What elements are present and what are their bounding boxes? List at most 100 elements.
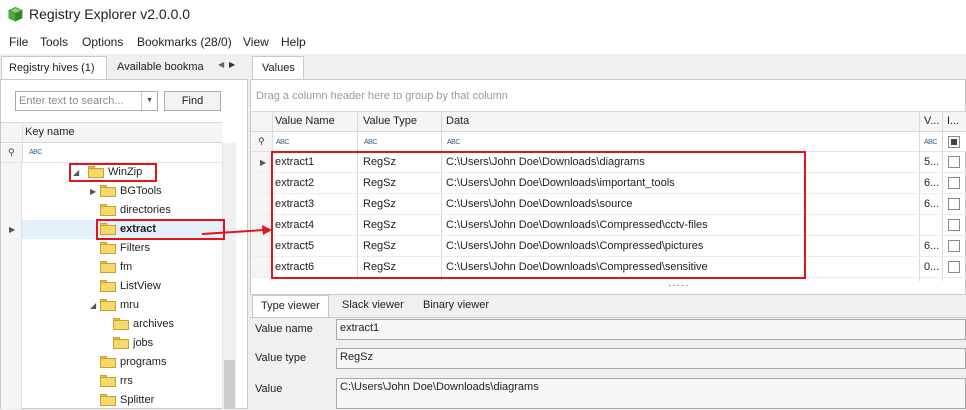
- folder-icon: [100, 356, 116, 368]
- tab-registry-hives[interactable]: Registry hives (1): [1, 56, 107, 79]
- is-deleted-checkbox[interactable]: [948, 177, 960, 189]
- folder-icon: [100, 204, 116, 216]
- column-header-data[interactable]: Data: [446, 115, 469, 127]
- tab-binary-viewer[interactable]: Binary viewer: [415, 295, 497, 317]
- text-filter-icon: ABC: [29, 149, 42, 156]
- tree-item-archives[interactable]: archives: [113, 315, 218, 334]
- cell-value-slack: 5...: [924, 156, 940, 168]
- splitter-grip-icon[interactable]: ·····: [668, 280, 690, 291]
- row-pointer-icon: ▶: [9, 225, 16, 234]
- search-combo[interactable]: ▼: [15, 91, 158, 111]
- left-tab-strip: Registry hives (1) Available bookma ◀ ▶: [0, 56, 248, 79]
- tree-item-label: Splitter: [120, 394, 155, 406]
- grid-header: [251, 111, 966, 132]
- tab-scroll-left-icon[interactable]: ◀: [218, 60, 224, 69]
- tree-scrollbar-thumb[interactable]: [224, 360, 235, 409]
- key-name-column-header[interactable]: Key name: [25, 126, 75, 138]
- menu-help[interactable]: Help: [281, 35, 306, 49]
- folder-icon: [100, 299, 116, 311]
- is-deleted-checkbox[interactable]: [948, 198, 960, 210]
- tree-indicator-column: [1, 163, 22, 409]
- column-header-value-slack[interactable]: V...: [924, 115, 940, 127]
- folder-icon: [100, 261, 116, 273]
- group-by-hint: Drag a column header here to group by th…: [256, 90, 508, 102]
- tab-values[interactable]: Values: [252, 56, 304, 79]
- tree-item-label: jobs: [133, 337, 154, 349]
- column-header-value-name[interactable]: Value Name: [275, 115, 335, 127]
- tree-item-label: Filters: [120, 242, 150, 254]
- filter-icon: ⚲: [258, 136, 265, 146]
- value-field[interactable]: C:\Users\John Doe\Downloads\diagrams: [336, 378, 966, 409]
- text-filter-icon: ABC: [276, 139, 289, 146]
- tree-item-label: ListView: [120, 280, 161, 292]
- menu-view[interactable]: View: [243, 35, 269, 49]
- menu-options[interactable]: Options: [82, 35, 123, 49]
- tab-available-bookmarks[interactable]: Available bookma: [110, 56, 216, 79]
- folder-icon: [100, 394, 116, 406]
- menu-file[interactable]: File: [9, 35, 28, 49]
- tree-item-splitter[interactable]: Splitter: [100, 391, 220, 410]
- column-header-is-deleted[interactable]: I...: [947, 115, 959, 127]
- tree-item-jobs[interactable]: jobs: [113, 334, 218, 353]
- tree-item-programs[interactable]: programs: [100, 353, 220, 372]
- filter-checkbox[interactable]: [948, 136, 960, 148]
- value-name-field[interactable]: extract1: [336, 319, 966, 340]
- tree-item-fm[interactable]: fm: [100, 258, 220, 277]
- tree-item-rrs[interactable]: rrs: [100, 372, 220, 391]
- value-type-label: Value type: [255, 352, 307, 364]
- tree-item-label: mru: [120, 299, 139, 311]
- folder-icon: [100, 242, 116, 254]
- filter-icon: ⚲: [8, 147, 15, 157]
- value-name-label: Value name: [255, 323, 313, 335]
- menu-bar: File Tools Options Bookmarks (28/0) View…: [0, 30, 966, 54]
- cell-value-slack: 6...: [924, 177, 940, 189]
- chevron-down-icon[interactable]: ▼: [141, 92, 157, 110]
- search-input[interactable]: [16, 92, 136, 110]
- column-header-value-type[interactable]: Value Type: [363, 115, 417, 127]
- app-logo-icon: [8, 7, 23, 22]
- is-deleted-checkbox[interactable]: [948, 156, 960, 168]
- is-deleted-checkbox[interactable]: [948, 240, 960, 252]
- cell-value-slack: 0...: [924, 261, 940, 273]
- viewer-tab-strip: Type viewer Slack viewer Binary viewer: [250, 295, 966, 317]
- collapse-icon[interactable]: ◢: [90, 296, 96, 315]
- annotation-box-winzip: [69, 163, 157, 182]
- grid-filter-row[interactable]: [251, 132, 966, 152]
- text-filter-icon: ABC: [924, 139, 937, 146]
- folder-icon: [100, 375, 116, 387]
- folder-icon: [113, 337, 129, 349]
- tree-item-directories[interactable]: directories: [100, 201, 220, 220]
- tab-slack-viewer[interactable]: Slack viewer: [334, 295, 412, 317]
- value-type-field[interactable]: RegSz: [336, 348, 966, 369]
- cell-value-slack: 6...: [924, 198, 940, 210]
- folder-icon: [113, 318, 129, 330]
- tree-item-bgtools[interactable]: ▶ BGTools: [88, 182, 218, 201]
- find-button[interactable]: Find: [164, 91, 221, 111]
- expand-icon[interactable]: ▶: [90, 182, 96, 201]
- text-filter-icon: ABC: [364, 139, 377, 146]
- folder-icon: [100, 185, 116, 197]
- tree-item-label: fm: [120, 261, 133, 273]
- window-title: Registry Explorer v2.0.0.0: [29, 6, 191, 22]
- folder-icon: [100, 280, 116, 292]
- tree-filter-row[interactable]: ⚲ ABC: [1, 144, 222, 163]
- is-deleted-checkbox[interactable]: [948, 261, 960, 273]
- tab-type-viewer[interactable]: Type viewer: [252, 295, 329, 317]
- tree-item-label: archives: [133, 318, 174, 330]
- tree-item-label: programs: [120, 356, 167, 368]
- cell-value-slack: 6...: [924, 240, 940, 252]
- tree-item-label: BGTools: [120, 185, 162, 197]
- tree-item-mru[interactable]: ◢ mru: [88, 296, 218, 315]
- is-deleted-checkbox[interactable]: [948, 219, 960, 231]
- row-pointer-icon: ▶: [260, 158, 267, 167]
- tree-item-label: directories: [120, 204, 171, 216]
- annotation-box-values: [271, 151, 806, 279]
- tab-scroll-right-icon[interactable]: ▶: [229, 60, 235, 69]
- tree-item-label: rrs: [120, 375, 133, 387]
- menu-bookmarks[interactable]: Bookmarks (28/0): [137, 35, 232, 49]
- annotation-arrow-icon: [201, 225, 272, 235]
- tree-item-listview[interactable]: ListView: [100, 277, 220, 296]
- text-filter-icon: ABC: [447, 139, 460, 146]
- menu-tools[interactable]: Tools: [40, 35, 68, 49]
- value-label: Value: [255, 383, 283, 395]
